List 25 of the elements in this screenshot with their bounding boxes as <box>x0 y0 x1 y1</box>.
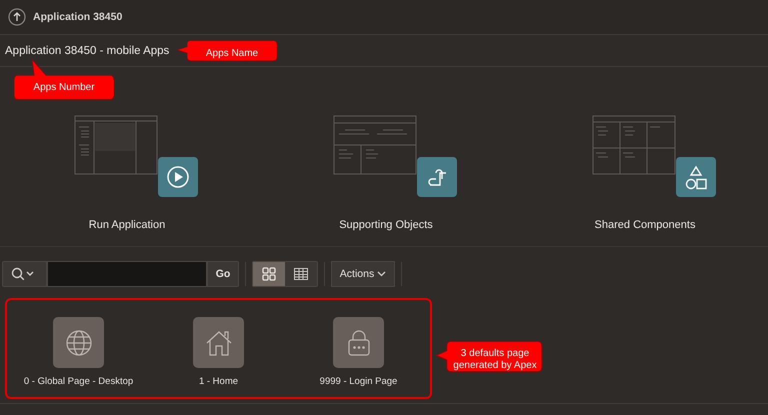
page-link[interactable]: 0 - Global Page - Desktop <box>24 376 134 387</box>
page-title: Application 38450 <box>33 11 122 23</box>
grid-icon <box>262 267 276 281</box>
table-icon <box>294 268 308 280</box>
page-link[interactable]: 1 - Home <box>198 376 238 387</box>
callout-text: Apps Name <box>206 48 258 58</box>
search-field[interactable] <box>47 261 207 287</box>
page-icon-tile[interactable] <box>193 317 244 368</box>
page-link[interactable]: 9999 - Login Page <box>320 376 398 387</box>
report-view-button[interactable] <box>285 262 317 286</box>
search-icon <box>11 267 35 281</box>
go-button[interactable]: Go <box>207 261 239 287</box>
tile-link[interactable]: Shared Components <box>594 219 696 231</box>
tile-link[interactable]: Supporting Objects <box>339 219 433 231</box>
page-icon-tile[interactable] <box>53 317 104 368</box>
callout-text: Apps Number <box>33 82 95 92</box>
caret-icon <box>377 271 386 277</box>
search-menu-button[interactable] <box>2 261 47 287</box>
actions-button[interactable]: Actions <box>331 261 395 287</box>
application-heading: Application 38450 - mobile Apps <box>5 44 170 56</box>
page-icon-tile[interactable] <box>333 317 384 368</box>
icon-view-button[interactable] <box>253 262 285 286</box>
tile-link[interactable]: Run Application <box>88 219 166 231</box>
globe-icon <box>64 328 94 358</box>
callout-text: 3 defaults page generated by Apex <box>452 348 538 372</box>
